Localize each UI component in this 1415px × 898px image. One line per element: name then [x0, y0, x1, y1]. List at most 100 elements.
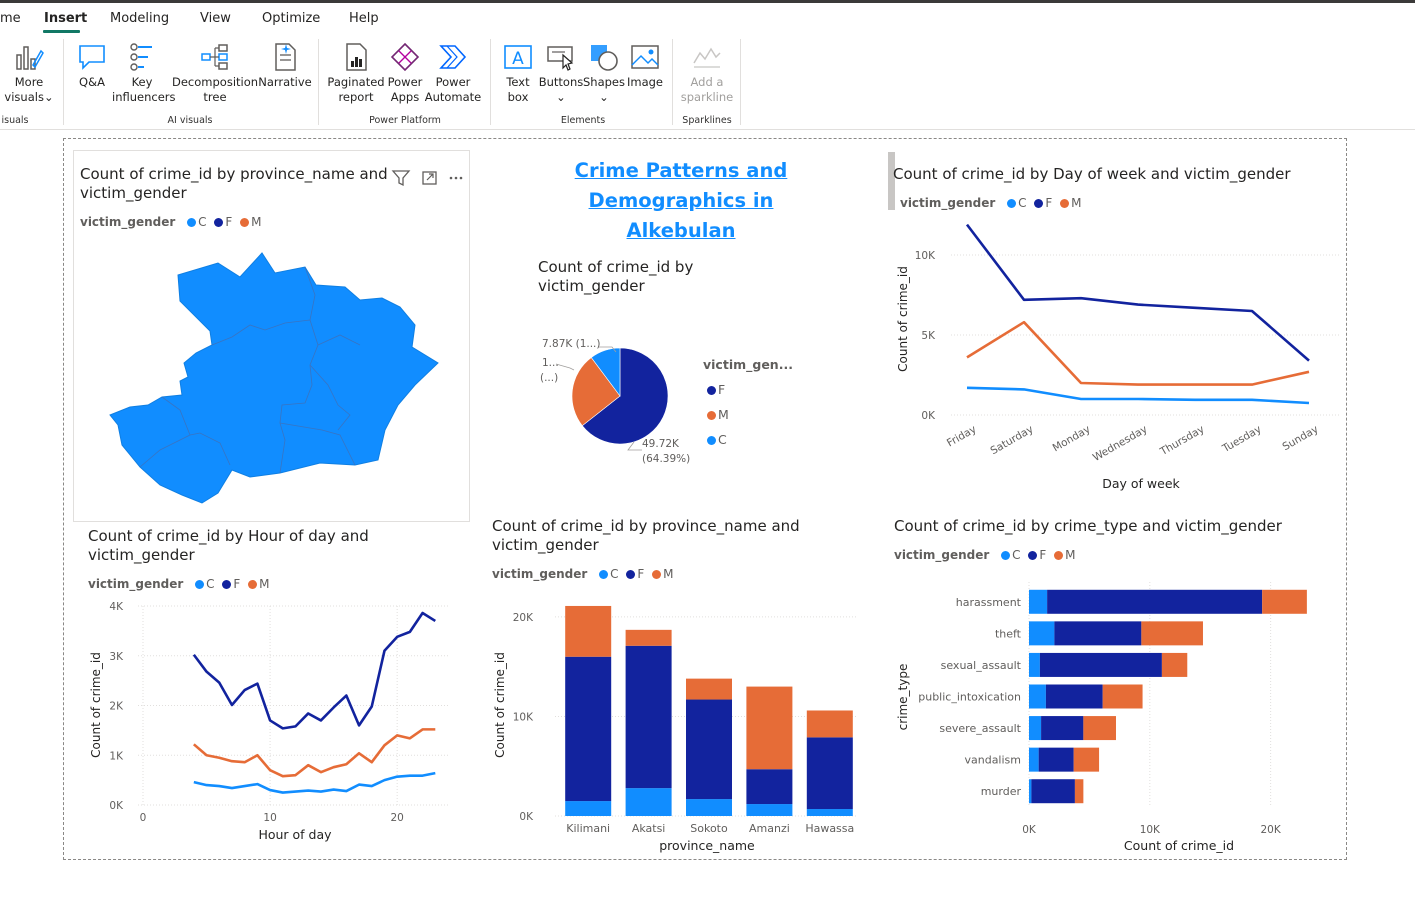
qa-label: Q&A — [79, 75, 105, 89]
y-tick-label: 0K — [109, 800, 124, 812]
decomposition-tree-label-2: tree — [203, 90, 227, 104]
tab-view[interactable]: View — [200, 11, 231, 26]
legend-dot-m — [248, 580, 258, 589]
province-map[interactable] — [100, 245, 445, 510]
day-line-chart[interactable]: 0K 5K 10K Count of crime_id Friday Saturday Mo… — [893, 215, 1343, 500]
filter-icon[interactable] — [391, 170, 411, 187]
bar-segment-m — [565, 605, 612, 657]
x-tick-label: Saturday — [989, 423, 1036, 457]
province-bar-chart[interactable]: 0K 10K 20K Count of crime_id Kilimani Akatsi S… — [487, 587, 872, 855]
legend-label-f: F — [233, 577, 241, 591]
pie-visual-title: Count of crime_id by victim_gender — [538, 258, 693, 296]
map-region-outline[interactable] — [109, 252, 439, 504]
tab-modeling[interactable]: Modeling — [110, 11, 169, 26]
x-tick-label: 20 — [390, 812, 403, 824]
pie-legend-item-c[interactable]: C — [703, 427, 797, 452]
focus-mode-icon[interactable] — [422, 171, 437, 185]
power-automate-button[interactable]: Power Automate — [424, 41, 482, 105]
pie-legend-item-f[interactable]: F — [703, 377, 797, 402]
narrative-button[interactable]: Narrative — [258, 41, 312, 90]
x-tick-label: Tuesday — [1220, 423, 1264, 455]
image-button[interactable]: Image — [624, 41, 666, 90]
add-sparkline-label-2: sparkline — [680, 90, 734, 104]
tab-home[interactable]: me — [0, 11, 21, 26]
map-legend: victim_gender C F M — [80, 215, 261, 229]
legend-dot-c — [1007, 199, 1017, 208]
hour-title-line-1: Count of crime_id by Hour of day and — [88, 527, 369, 545]
power-apps-label-2: Apps — [390, 90, 420, 104]
y-axis-title: Count of crime_id — [896, 266, 910, 372]
group-label-elements: Elements — [560, 115, 606, 126]
bar-segment-m — [806, 710, 853, 738]
pie-legend: victim_gen... F M C — [703, 352, 797, 452]
legend-label-m: M — [718, 407, 729, 422]
legend-label-c: C — [1012, 548, 1021, 562]
legend-title: victim_gender — [88, 577, 184, 591]
y-tick-label: 10K — [915, 250, 936, 262]
legend-title: victim_gender — [492, 567, 588, 581]
y-tick-label: severe_assault — [939, 722, 1021, 735]
province-legend: victim_gender C F M — [492, 567, 673, 581]
more-visuals-button[interactable]: More visuals⌄ — [3, 41, 55, 105]
bar-segment-m — [686, 678, 732, 700]
legend-dot-c — [195, 580, 205, 589]
bar-segment-c — [565, 801, 612, 816]
legend-label-c: C — [718, 432, 727, 447]
shapes-label: Shapes — [583, 75, 626, 89]
y-tick-label: 10K — [513, 711, 534, 723]
buttons-button[interactable]: Buttons ⌄ — [538, 41, 584, 105]
pie-chart[interactable]: 7.87K (1...) 1... (...) 49.72K (64.39%) — [530, 330, 700, 475]
y-tick-label: 0K — [519, 811, 534, 823]
bar-segment-f — [806, 737, 853, 810]
more-visuals-icon — [16, 46, 44, 70]
x-tick-label: Wednesday — [1091, 423, 1150, 464]
bar-segment-f — [686, 699, 732, 800]
buttons-label: Buttons — [538, 75, 584, 89]
x-tick-label: 20K — [1261, 824, 1282, 836]
bar-segment-f — [1047, 589, 1263, 614]
legend-label-f: F — [1045, 196, 1053, 210]
bar-segment-m — [625, 629, 672, 646]
power-apps-button[interactable]: Power Apps — [384, 41, 426, 105]
x-tick-label: Friday — [945, 423, 979, 449]
y-axis-title: Count of crime_id — [89, 652, 103, 758]
bar-segment-f — [1045, 684, 1103, 709]
legend-label-c: C — [198, 215, 207, 229]
crime-bar-chart[interactable]: 0K 10K 20K crime_type Count of crime_id haras… — [893, 572, 1338, 857]
qa-button[interactable]: Q&A — [72, 41, 112, 90]
add-sparkline-button[interactable]: Add a sparkline — [678, 41, 736, 105]
pie-label-f-pct: (64.39%) — [642, 453, 690, 465]
pie-legend-item-m[interactable]: M — [703, 402, 797, 427]
group-label-power-platform: Power Platform — [369, 115, 441, 126]
bar-segment-m — [1161, 652, 1188, 677]
legend-label-f: F — [225, 215, 233, 229]
report-title[interactable]: Crime Patterns and Demographics in Alkeb… — [495, 156, 867, 246]
tab-insert[interactable]: Insert — [44, 11, 87, 26]
shapes-button[interactable]: Shapes ⌄ — [583, 41, 625, 105]
group-label-ai-visuals: AI visuals — [167, 115, 213, 126]
y-axis-title: crime_type — [896, 664, 910, 731]
menu-bar: me Insert Modeling View Optimize Help — [0, 3, 1415, 35]
x-tick-label: Sunday — [1280, 423, 1320, 453]
y-tick-label: 0K — [921, 410, 936, 422]
paginated-report-button[interactable]: Paginated report — [326, 41, 386, 105]
more-options-icon[interactable] — [449, 176, 463, 180]
province-title-line-1: Count of crime_id by province_name and — [492, 517, 800, 535]
legend-title: victim_gender — [894, 548, 990, 562]
legend-dot-m — [707, 411, 716, 420]
tab-help[interactable]: Help — [349, 11, 379, 26]
x-tick-label: 10 — [263, 812, 276, 824]
report-title-line-2: Alkebulan — [626, 219, 736, 242]
hour-line-chart[interactable]: 0K 1K 2K 3K 4K 0 10 20 Count of crime_id Hour of … — [83, 597, 468, 847]
active-tab-indicator — [43, 30, 80, 33]
chevron-down-icon: ⌄ — [556, 90, 566, 104]
power-apps-label: Power — [387, 75, 423, 89]
legend-label-f: F — [1039, 548, 1047, 562]
decomposition-tree-button[interactable]: Decomposition tree — [172, 41, 258, 105]
tab-optimize[interactable]: Optimize — [262, 11, 320, 26]
bar-segment-c — [1029, 652, 1040, 677]
key-influencers-button[interactable]: Key influencers — [112, 41, 176, 105]
text-box-button[interactable]: A Text box — [498, 41, 538, 105]
bar-segment-f — [625, 645, 672, 789]
bar-segment-c — [686, 799, 732, 816]
